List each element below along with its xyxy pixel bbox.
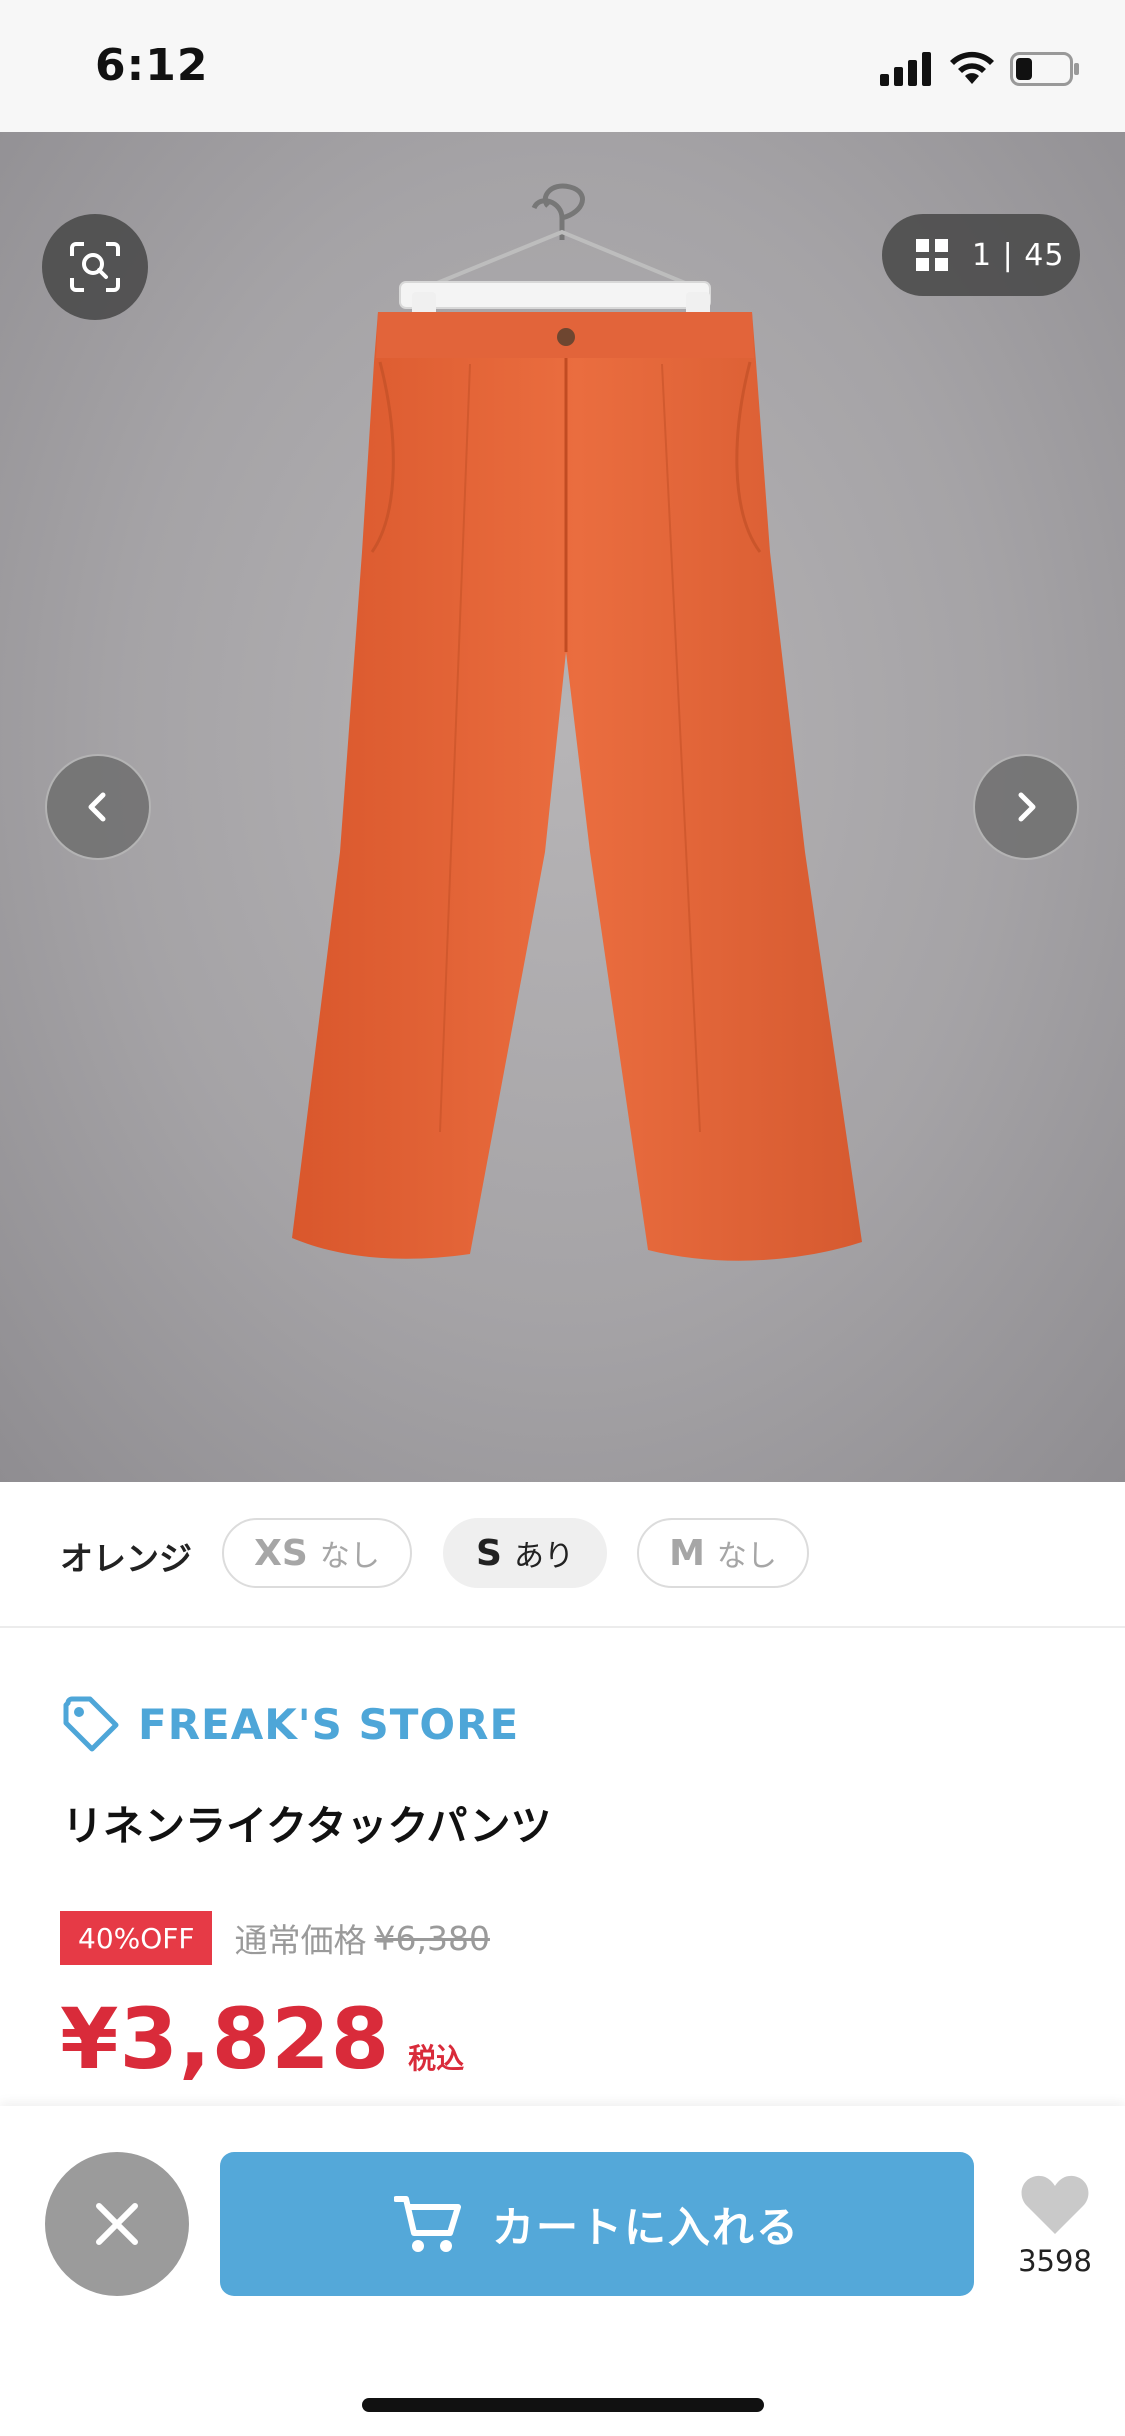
close-icon <box>96 2203 138 2245</box>
discount-badge: 40%OFF <box>60 1911 213 1965</box>
status-bar: 6:12 <box>0 0 1125 132</box>
cellular-signal-icon <box>880 52 931 86</box>
size-label: XS <box>254 1532 308 1574</box>
product-photo <box>292 183 862 1261</box>
stock-label: なし <box>716 1539 777 1574</box>
product-image-gallery[interactable]: 1 | 45 <box>0 132 1125 1482</box>
size-chip-xs[interactable]: XS なし <box>222 1518 412 1588</box>
cart-icon <box>393 2196 461 2252</box>
tax-label: 税込 <box>408 2042 465 2075</box>
status-time: 6:12 <box>95 40 209 91</box>
add-to-cart-label: カートに入れる <box>491 2202 800 2252</box>
stock-label: なし <box>319 1539 380 1574</box>
tag-icon <box>63 1696 119 1752</box>
image-counter[interactable]: 1 | 45 <box>882 214 1080 296</box>
heart-icon <box>1021 2175 1089 2234</box>
variant-selector: オレンジ XS なし S あり M なし <box>0 1482 1125 1628</box>
close-button[interactable] <box>45 2152 189 2296</box>
bottom-action-bar: カートに入れる 3598 <box>0 2106 1125 2436</box>
size-chip-m[interactable]: M なし <box>637 1518 809 1588</box>
next-image-button[interactable] <box>973 754 1079 860</box>
add-to-cart-button[interactable]: カートに入れる <box>220 2152 974 2296</box>
previous-image-button[interactable] <box>45 754 151 860</box>
stock-label: あり <box>513 1539 574 1574</box>
brand-link[interactable]: FREAK'S STORE <box>62 1694 519 1754</box>
sale-price: ¥3,828 <box>60 1990 391 2088</box>
favorite-button[interactable]: 3598 <box>1000 2172 1110 2278</box>
image-search-button[interactable] <box>42 214 148 320</box>
sale-price-row: ¥3,828 税込 <box>60 1990 464 2088</box>
battery-icon <box>1010 52 1079 86</box>
size-label: M <box>669 1532 705 1574</box>
chevron-right-icon <box>1018 792 1036 822</box>
home-indicator[interactable] <box>362 2398 764 2412</box>
image-search-icon <box>70 242 120 292</box>
grid-icon <box>916 239 948 271</box>
image-counter-text: 1 | 45 <box>972 237 1065 273</box>
product-title: リネンライクタックパンツ <box>62 1802 552 1850</box>
color-label: オレンジ <box>60 1539 192 1578</box>
regular-price: ¥6,380 <box>374 1918 490 1958</box>
regular-price-label: 通常価格 <box>234 1921 367 1960</box>
chevron-left-icon <box>88 792 106 822</box>
wifi-icon <box>950 51 994 84</box>
price-row: 40%OFF 通常価格 ¥6,380 <box>60 1910 490 1966</box>
brand-name: FREAK'S STORE <box>138 1699 520 1749</box>
favorite-count: 3598 <box>1018 2244 1092 2278</box>
size-chip-s[interactable]: S あり <box>443 1518 607 1588</box>
size-label: S <box>476 1532 502 1574</box>
